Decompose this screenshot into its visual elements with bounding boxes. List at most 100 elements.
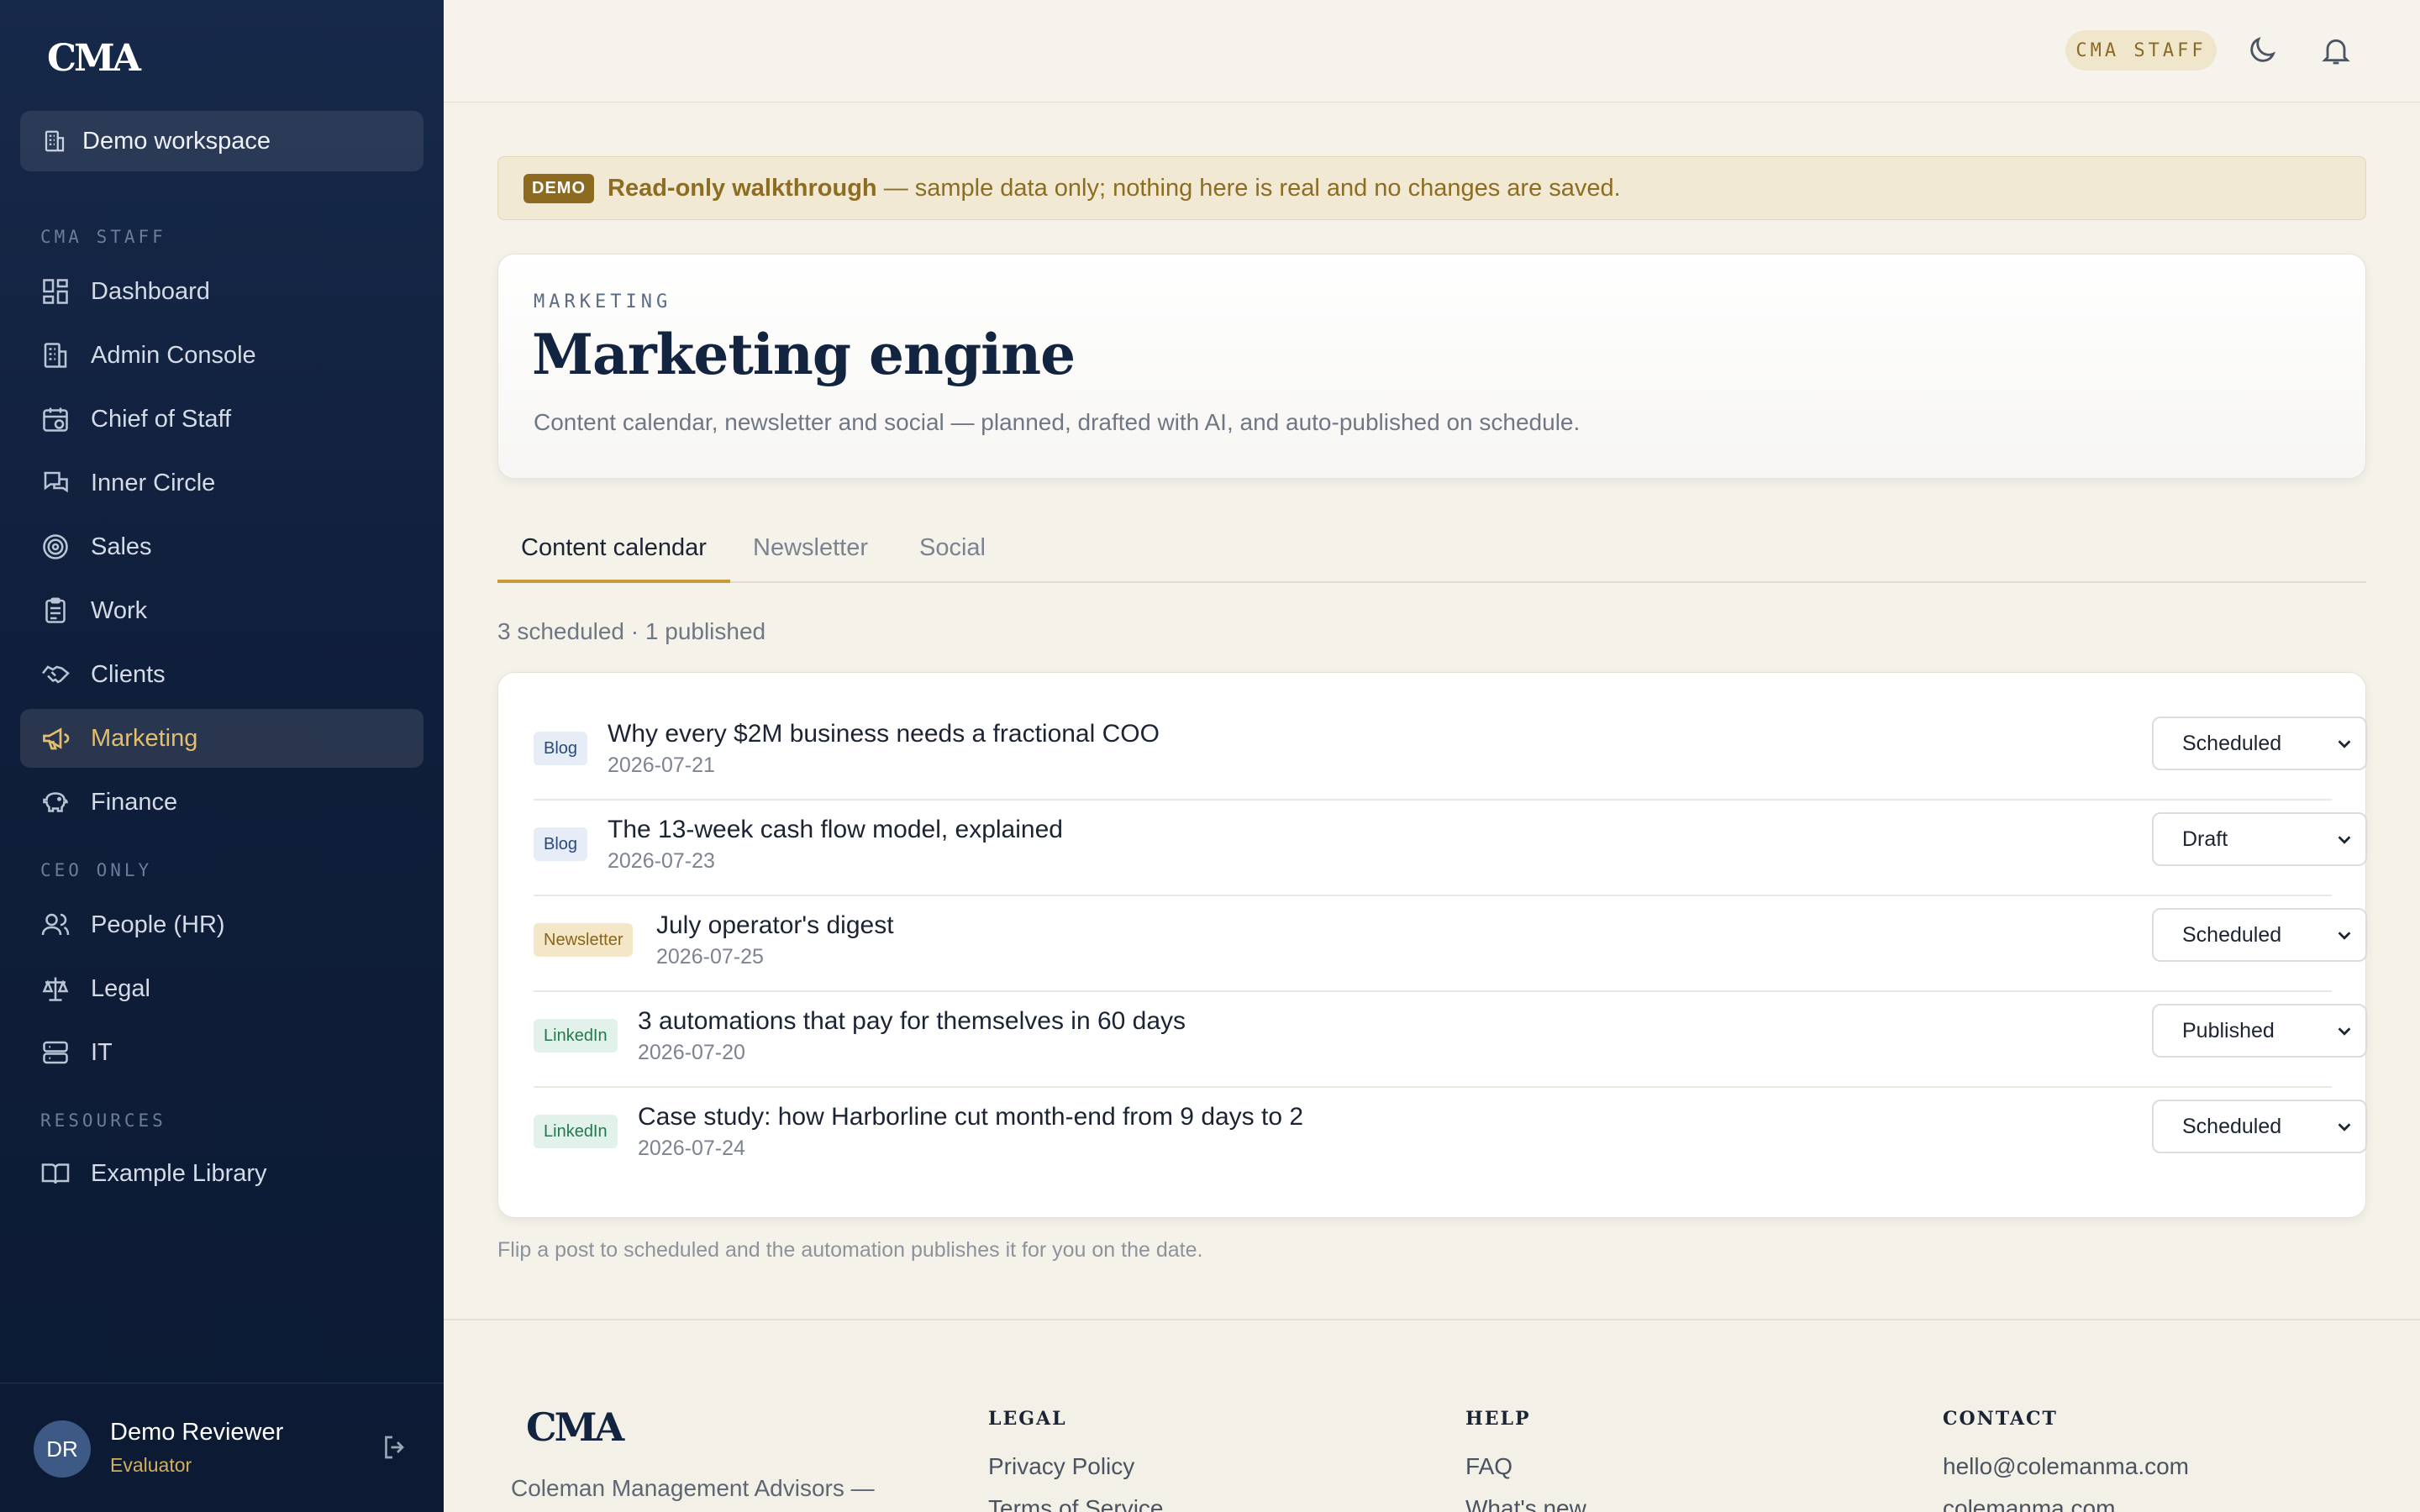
post-date: 2026-07-24: [638, 1137, 745, 1160]
footer-link-terms[interactable]: Terms of Service: [988, 1495, 1164, 1512]
sidebar-item-people-hr[interactable]: People (HR): [20, 895, 424, 954]
building-icon: [44, 343, 67, 368]
post-title[interactable]: Case study: how Harborline cut month-end…: [638, 1103, 1303, 1131]
sidebar-item-label: Admin Console: [91, 341, 256, 369]
workspace-switcher[interactable]: Demo workspace: [20, 111, 424, 171]
workspace-label: Demo workspace: [82, 127, 271, 155]
chat-bubbles-icon: [44, 471, 68, 493]
building-icon: [45, 130, 65, 152]
sidebar-item-admin-console[interactable]: Admin Console: [20, 326, 424, 385]
post-title[interactable]: Why every $2M business needs a fractiona…: [608, 720, 1160, 748]
tab-bar: Content calendar Newsletter Social: [497, 522, 2366, 583]
grid-icon: [43, 279, 68, 304]
section-label-staff: CMA STAFF: [40, 227, 166, 247]
post-date: 2026-07-25: [656, 945, 764, 969]
tab-social[interactable]: Social: [919, 534, 986, 583]
page-header-card: MARKETING Marketing engine Content calen…: [497, 254, 2366, 479]
chevron-down-icon: [2338, 932, 2351, 940]
status-value: Draft: [2182, 827, 2228, 851]
chevron-down-icon: [2338, 1027, 2351, 1036]
sidebar-item-inner-circle[interactable]: Inner Circle: [20, 454, 424, 512]
status-select[interactable]: Scheduled: [2152, 717, 2367, 770]
user-role: Evaluator: [110, 1454, 192, 1476]
moon-icon[interactable]: [2245, 34, 2279, 67]
sidebar-item-label: Legal: [91, 974, 150, 1002]
calendar-check-icon: [43, 407, 68, 432]
sidebar-item-label: Dashboard: [91, 277, 210, 305]
megaphone-icon: [43, 727, 70, 750]
footer-link-email[interactable]: hello@colemanma.com: [1943, 1453, 2189, 1480]
sidebar-item-sales[interactable]: Sales: [20, 517, 424, 576]
sidebar-item-label: Example Library: [91, 1159, 267, 1187]
sidebar-item-marketing[interactable]: Marketing: [20, 709, 424, 768]
content-calendar-list: Blog Why every $2M business needs a frac…: [497, 672, 2367, 1218]
sidebar-item-work[interactable]: Work: [20, 581, 424, 640]
list-item[interactable]: LinkedIn 3 automations that pay for them…: [534, 992, 2367, 1088]
banner-message: Read-only walkthrough — sample data only…: [608, 175, 1621, 202]
sidebar-item-label: Clients: [91, 660, 166, 688]
list-item[interactable]: Blog Why every $2M business needs a frac…: [534, 705, 2367, 801]
status-value: Scheduled: [2182, 731, 2282, 755]
tab-newsletter[interactable]: Newsletter: [753, 534, 868, 583]
section-label-resources: RESOURCES: [40, 1110, 166, 1131]
sidebar-item-legal[interactable]: Legal: [20, 959, 424, 1018]
sidebar: CMA Demo workspace CMA STAFF Dashboard A…: [0, 0, 444, 1512]
sidebar-item-label: IT: [91, 1038, 113, 1066]
post-title[interactable]: 3 automations that pay for themselves in…: [638, 1007, 1186, 1036]
logout-icon[interactable]: [380, 1432, 410, 1462]
tab-content-calendar[interactable]: Content calendar: [497, 534, 730, 583]
sidebar-item-clients[interactable]: Clients: [20, 645, 424, 704]
handshake-icon: [42, 665, 70, 684]
chevron-down-icon: [2338, 740, 2351, 748]
sidebar-item-chief-of-staff[interactable]: Chief of Staff: [20, 390, 424, 449]
sidebar-item-label: Chief of Staff: [91, 405, 232, 433]
footer-heading-contact: CONTACT: [1943, 1408, 2058, 1430]
status-select[interactable]: Scheduled: [2152, 1100, 2367, 1153]
list-item[interactable]: Blog The 13-week cash flow model, explai…: [534, 801, 2367, 896]
footer-heading-help: HELP: [1465, 1408, 1531, 1430]
post-type-badge: Blog: [534, 827, 588, 861]
page-subtitle: Content calendar, newsletter and social …: [534, 409, 1581, 435]
bell-icon[interactable]: [2319, 34, 2353, 67]
post-date: 2026-07-20: [638, 1041, 745, 1064]
sidebar-item-it[interactable]: IT: [20, 1023, 424, 1082]
list-item[interactable]: LinkedIn Case study: how Harborline cut …: [534, 1088, 2367, 1184]
book-icon: [41, 1163, 70, 1184]
site-footer: CMA Coleman Management Advisors — LEGAL …: [444, 1319, 2420, 1512]
status-select[interactable]: Published: [2152, 1004, 2367, 1058]
footer-link-whats-new[interactable]: What's new: [1465, 1495, 1586, 1512]
chevron-down-icon: [2338, 836, 2351, 844]
schedule-summary: 3 scheduled · 1 published: [497, 618, 766, 644]
status-value: Scheduled: [2182, 922, 2282, 947]
demo-badge: DEMO: [523, 173, 594, 203]
footer-tagline: Coleman Management Advisors —: [511, 1475, 875, 1501]
sidebar-item-label: Finance: [91, 788, 178, 816]
sidebar-item-label: People (HR): [91, 911, 225, 938]
users-icon: [41, 913, 70, 936]
status-select[interactable]: Scheduled: [2152, 908, 2367, 962]
footer-link-faq[interactable]: FAQ: [1465, 1453, 1512, 1480]
sidebar-item-label: Inner Circle: [91, 469, 216, 496]
list-item[interactable]: Newsletter July operator's digest 2026-0…: [534, 896, 2367, 992]
footer-logo[interactable]: CMA: [526, 1404, 624, 1450]
footer-link-privacy[interactable]: Privacy Policy: [988, 1453, 1134, 1480]
staff-badge: CMA STAFF: [2065, 30, 2217, 71]
sidebar-item-finance[interactable]: Finance: [20, 773, 424, 832]
sidebar-item-dashboard[interactable]: Dashboard: [20, 262, 424, 321]
clipboard-icon: [45, 597, 66, 623]
avatar[interactable]: DR: [34, 1420, 91, 1478]
page-title: Marketing engine: [532, 322, 1076, 387]
footer-heading-legal: LEGAL: [988, 1408, 1067, 1430]
automation-hint: Flip a post to scheduled and the automat…: [497, 1238, 1203, 1262]
post-title[interactable]: The 13-week cash flow model, explained: [608, 816, 1063, 844]
demo-banner: DEMO Read-only walkthrough — sample data…: [497, 156, 2366, 220]
post-title[interactable]: July operator's digest: [656, 911, 894, 940]
post-type-badge: Newsletter: [534, 923, 634, 957]
status-select[interactable]: Draft: [2152, 812, 2367, 866]
brand-logo[interactable]: CMA: [47, 37, 141, 80]
sidebar-item-example-library[interactable]: Example Library: [20, 1144, 424, 1203]
footer-link-website[interactable]: colemanma.com: [1943, 1495, 2115, 1512]
top-bar: CMA STAFF: [444, 0, 2420, 102]
scale-icon: [42, 977, 69, 1001]
page-eyebrow: MARKETING: [534, 291, 672, 312]
